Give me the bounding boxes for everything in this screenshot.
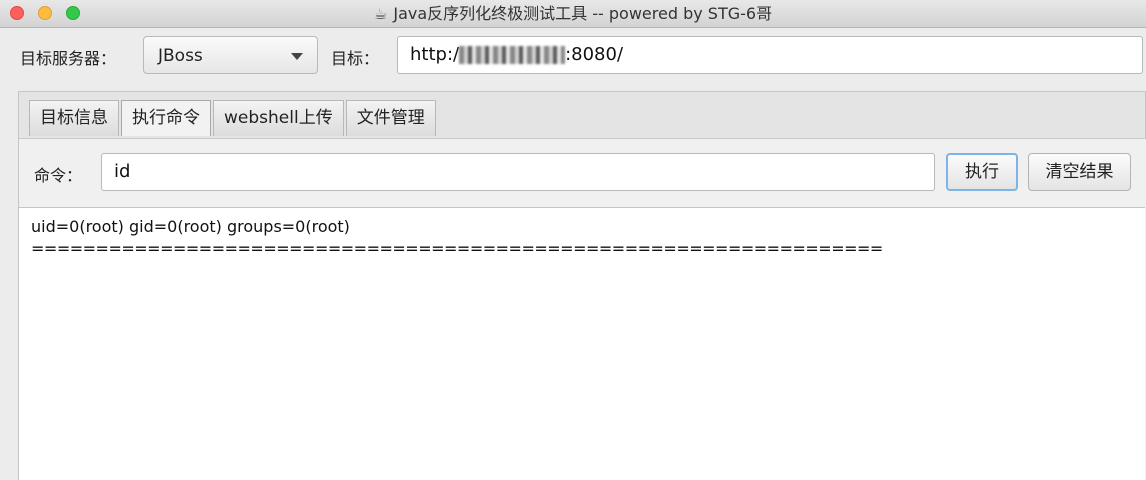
server-label: 目标服务器：	[20, 49, 117, 68]
app-window: ☕ Java反序列化终极测试工具 -- powered by STG-6哥 目标服…	[0, 0, 1146, 480]
window-title-text: Java反序列化终极测试工具 -- powered by STG-6哥	[393, 4, 773, 23]
execute-command-pane: 命令： id 执行 清空结果 uid=0(root) gid=0(root) g…	[19, 138, 1146, 480]
tab-file-management[interactable]: 文件管理	[345, 100, 436, 136]
output-line: uid=0(root) gid=0(root) groups=0(root)	[31, 217, 350, 236]
redacted-host	[459, 46, 566, 64]
tab-execute-command[interactable]: 执行命令	[121, 100, 211, 136]
server-select[interactable]: JBoss	[143, 36, 318, 74]
coffee-cup-icon: ☕	[373, 5, 388, 23]
target-url-prefix: http:/	[410, 44, 460, 65]
target-url-suffix: :8080/	[565, 44, 624, 65]
target-label: 目标：	[331, 49, 380, 68]
chevron-down-icon	[291, 53, 303, 60]
window-title: ☕ Java反序列化终极测试工具 -- powered by STG-6哥	[0, 0, 1146, 28]
tab-target-info[interactable]: 目标信息	[29, 100, 119, 136]
tab-webshell-upload[interactable]: webshell上传	[213, 100, 344, 136]
title-bar: ☕ Java反序列化终极测试工具 -- powered by STG-6哥	[0, 0, 1146, 28]
execute-button[interactable]: 执行	[946, 153, 1018, 191]
server-select-value: JBoss	[158, 46, 203, 66]
command-label: 命令：	[34, 166, 83, 185]
output-area[interactable]: uid=0(root) gid=0(root) groups=0(root) =…	[19, 207, 1145, 480]
target-url-input[interactable]: http:/ :8080/	[397, 36, 1143, 74]
tab-bar: 目标信息 执行命令 webshell上传 文件管理	[29, 100, 436, 136]
output-separator: ========================================…	[31, 239, 883, 258]
tab-panel: 目标信息 执行命令 webshell上传 文件管理 命令： id 执行 清空结果…	[18, 91, 1146, 480]
command-input[interactable]: id	[101, 153, 935, 191]
clear-results-button[interactable]: 清空结果	[1028, 153, 1131, 191]
